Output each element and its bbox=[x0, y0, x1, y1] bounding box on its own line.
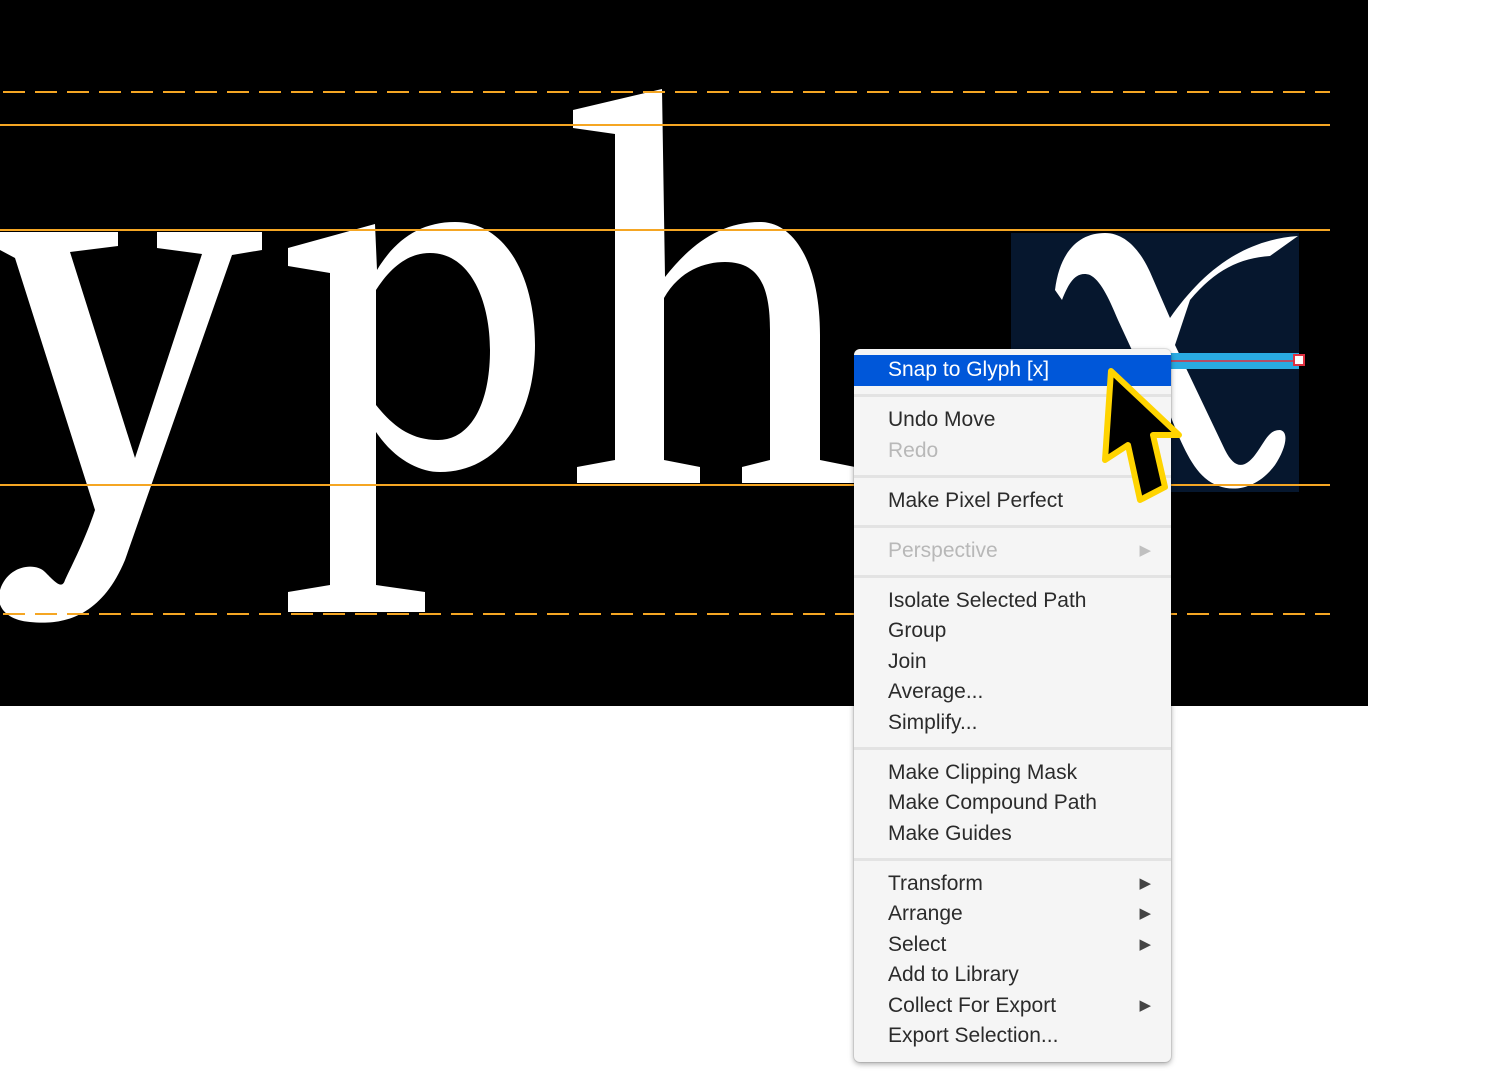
glyph-y[interactable] bbox=[0, 232, 262, 623]
menu-item-arrange[interactable]: Arrange ▶ bbox=[854, 899, 1171, 930]
menu-item-label: Add to Library bbox=[888, 963, 1019, 986]
submenu-arrow-icon: ▶ bbox=[1139, 874, 1151, 892]
menu-item-add-to-library[interactable]: Add to Library bbox=[854, 960, 1171, 991]
menu-item-simplify[interactable]: Simplify... bbox=[854, 708, 1171, 739]
menu-item-transform[interactable]: Transform ▶ bbox=[854, 869, 1171, 900]
menu-item-label: Make Clipping Mask bbox=[888, 760, 1078, 784]
menu-item-select[interactable]: Select ▶ bbox=[854, 930, 1171, 961]
menu-item-label: Join bbox=[888, 649, 927, 673]
menu-item-label: Make Guides bbox=[888, 821, 1012, 845]
mouse-cursor-icon bbox=[1102, 368, 1182, 503]
menu-item-label: Undo Move bbox=[888, 408, 996, 431]
menu-item-label: Select bbox=[888, 932, 947, 956]
menu-item-label: Collect For Export bbox=[888, 993, 1057, 1017]
menu-item-group[interactable]: Group bbox=[854, 616, 1171, 647]
menu-item-label: Group bbox=[888, 619, 947, 642]
menu-item-label: Export Selection... bbox=[888, 1024, 1059, 1047]
menu-item-export-selection[interactable]: Export Selection... bbox=[854, 1021, 1171, 1052]
menu-item-label: Average... bbox=[888, 680, 984, 703]
menu-item-label: Redo bbox=[888, 438, 939, 462]
menu-item-label: Make Compound Path bbox=[888, 791, 1097, 814]
menu-item-perspective: Perspective ▶ bbox=[854, 536, 1171, 567]
menu-item-make-compound-path[interactable]: Make Compound Path bbox=[854, 788, 1171, 819]
menu-separator bbox=[854, 574, 1171, 578]
menu-item-make-guides[interactable]: Make Guides bbox=[854, 819, 1171, 850]
menu-item-label: Make Pixel Perfect bbox=[888, 488, 1064, 512]
menu-item-label: Snap to Glyph [x] bbox=[888, 358, 1050, 381]
menu-separator bbox=[854, 746, 1171, 750]
submenu-arrow-icon: ▶ bbox=[1139, 935, 1151, 953]
menu-item-collect-for-export[interactable]: Collect For Export ▶ bbox=[854, 991, 1171, 1022]
menu-separator bbox=[854, 524, 1171, 528]
menu-item-label: Perspective bbox=[888, 538, 998, 562]
submenu-arrow-icon: ▶ bbox=[1139, 905, 1151, 922]
menu-item-label: Simplify... bbox=[888, 710, 978, 734]
menu-item-isolate-selected-path[interactable]: Isolate Selected Path bbox=[854, 586, 1171, 617]
menu-item-label: Arrange bbox=[888, 902, 963, 925]
menu-separator bbox=[854, 857, 1171, 861]
menu-item-label: Isolate Selected Path bbox=[888, 588, 1087, 612]
menu-item-average[interactable]: Average... bbox=[854, 677, 1171, 708]
glyph-h[interactable] bbox=[573, 89, 855, 483]
submenu-arrow-icon: ▶ bbox=[1139, 541, 1151, 559]
menu-item-make-clipping-mask[interactable]: Make Clipping Mask bbox=[854, 758, 1171, 789]
menu-item-label: Transform bbox=[888, 871, 983, 895]
sidebearing-handle[interactable] bbox=[1293, 354, 1305, 366]
menu-item-join[interactable]: Join bbox=[854, 647, 1171, 678]
glyph-p[interactable] bbox=[288, 222, 535, 612]
submenu-arrow-icon: ▶ bbox=[1139, 996, 1151, 1014]
